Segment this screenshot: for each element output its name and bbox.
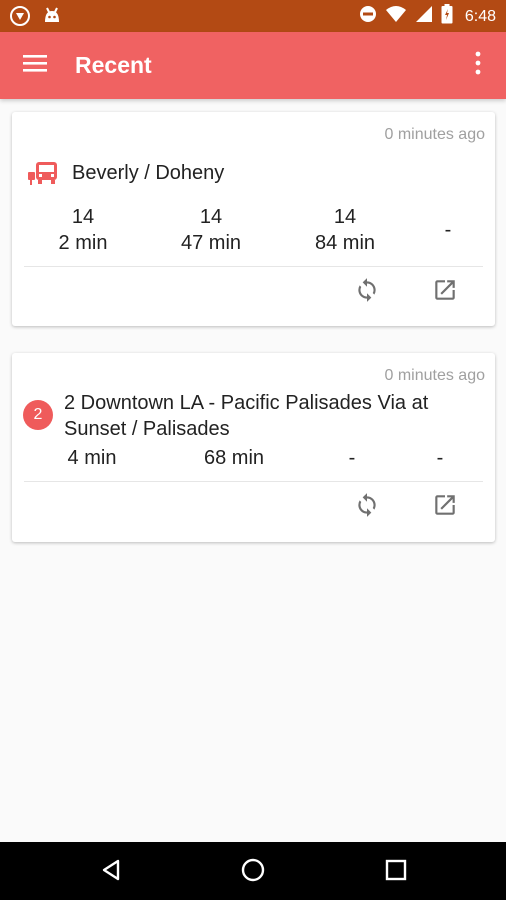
clock: 6:48 [464,7,496,25]
bus-stop-icon [26,160,58,186]
battery-icon [441,4,453,29]
do-not-disturb-icon [359,5,377,28]
menu-button[interactable] [20,52,50,78]
page-title: Recent [75,52,152,78]
arrival-time: 4 min [67,447,117,469]
arrival-route: 14 [71,206,95,228]
route-badge: 2 [23,400,53,430]
arrival-time: 68 min [203,447,265,469]
route-name: 2 Downtown LA - Pacific Palisades Via at… [64,392,429,440]
home-icon [240,857,266,888]
arrival-time: - [436,447,444,469]
home-button[interactable] [239,858,267,886]
overflow-menu-button[interactable] [468,51,488,80]
arrival-route: 14 [333,206,357,228]
stop-card[interactable]: 0 minutes ago Beverly / Doheny 14 2 min … [12,112,495,326]
refresh-button[interactable] [351,276,383,308]
system-status: 6:48 [359,4,496,29]
wifi-icon [385,5,407,28]
open-details-button[interactable] [429,276,461,308]
android-icon [42,6,62,31]
open-in-new-icon [432,492,458,523]
back-icon [99,858,123,887]
arrival-time: - [444,219,452,241]
arrival-time: - [348,447,356,469]
recents-button[interactable] [382,858,410,886]
system-nav-bar [0,842,506,900]
route-card[interactable]: 0 minutes ago 2 2 Downtown LA - Pacific … [12,353,495,542]
refresh-icon [354,492,380,523]
divider [24,266,483,267]
shield-icon [10,6,30,31]
refresh-button[interactable] [351,491,383,523]
recents-icon [385,859,407,886]
more-vert-icon [474,51,482,80]
arrival-item: 14 84 min [292,204,398,256]
arrival-time: 2 min [58,232,108,254]
menu-icon [22,53,48,78]
divider [24,481,483,482]
app-bar: Recent [0,32,506,99]
refresh-icon [354,277,380,308]
signal-icon [415,5,433,28]
timestamp: 0 minutes ago [384,126,485,143]
open-in-new-icon [432,277,458,308]
status-bar: 6:48 [0,0,506,32]
arrival-item: 14 2 min [30,204,136,256]
arrival-time: 84 min [314,232,376,254]
back-button[interactable] [97,858,125,886]
notification-icons [10,6,62,31]
timestamp: 0 minutes ago [384,367,485,384]
stop-name: Beverly / Doheny [72,162,225,184]
arrival-item: 14 47 min [158,204,264,256]
arrival-route: 14 [199,206,223,228]
arrival-item: - [422,217,474,243]
open-details-button[interactable] [429,491,461,523]
arrival-time: 47 min [180,232,242,254]
